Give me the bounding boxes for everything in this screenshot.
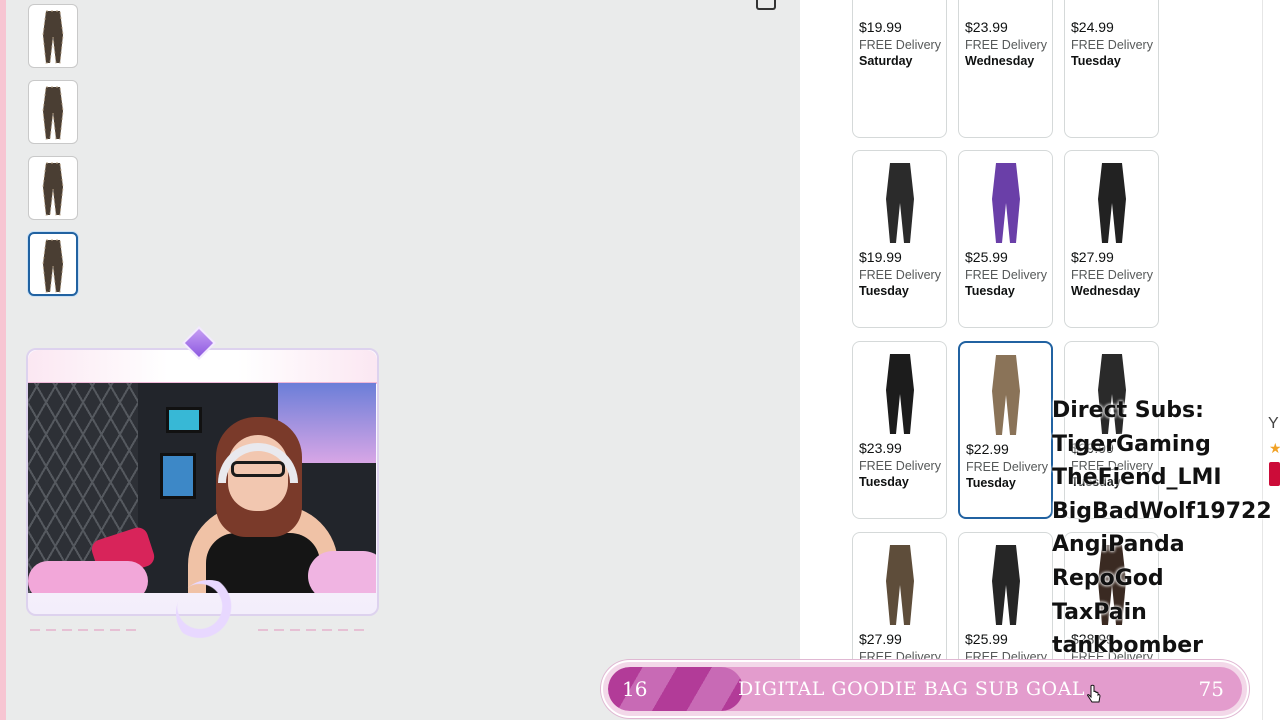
sub-name: TaxPain <box>1052 599 1147 625</box>
product-thumbnail[interactable] <box>28 4 78 68</box>
crescent-moon-icon <box>176 580 242 646</box>
product-card[interactable]: $19.99 FREE Delivery Saturday <box>852 0 947 138</box>
product-card[interactable]: $27.99 FREE Delivery Wednesday <box>1064 150 1159 328</box>
delivery-day: Wednesday <box>965 54 1035 68</box>
product-image <box>1065 151 1158 245</box>
delivery-text: FREE Delivery <box>1071 38 1153 52</box>
delivery-day: Tuesday <box>859 475 909 489</box>
sub-name: AngiPanda <box>1052 532 1185 558</box>
product-image <box>959 151 1052 245</box>
subs-heading: Direct Subs: <box>1052 398 1204 423</box>
product-price: $23.99 <box>965 19 1008 35</box>
product-card[interactable]: $23.99 FREE Delivery Tuesday <box>852 341 947 519</box>
deal-badge <box>1269 462 1280 486</box>
delivery-text: FREE Delivery <box>859 268 941 282</box>
dashed-divider <box>258 629 368 631</box>
product-price: $25.99 <box>965 631 1008 647</box>
product-card[interactable]: $25.99 FREE Delivery Tuesday <box>958 150 1053 328</box>
product-image <box>853 533 946 627</box>
cloud-decoration <box>308 551 376 593</box>
delivery-text: FREE Delivery <box>859 459 941 473</box>
monitor-screen <box>166 407 202 433</box>
goal-track: 16 DIGITAL GOODIE BAG SUB GOAL 75 <box>608 667 1242 711</box>
hand-cursor-icon <box>1087 684 1101 703</box>
sub-name: RepoGod <box>1052 565 1164 591</box>
product-price: $25.99 <box>965 249 1008 265</box>
product-price: $27.99 <box>859 631 902 647</box>
product-image <box>853 342 946 436</box>
delivery-day: Tuesday <box>1071 54 1121 68</box>
leggings-icon <box>42 162 64 216</box>
product-price: $23.99 <box>859 440 902 456</box>
webcam-video <box>28 383 376 593</box>
product-thumbnail[interactable] <box>28 156 78 220</box>
product-image <box>960 343 1051 437</box>
goal-current-count: 16 <box>622 677 648 701</box>
product-price: $22.99 <box>966 441 1009 457</box>
monitor-screen <box>160 453 196 499</box>
leggings-icon <box>42 86 64 140</box>
product-thumbnail[interactable] <box>28 232 78 296</box>
direct-subs-list: Direct Subs: TigerGaming TheFiend_LMI Bi… <box>1052 394 1280 663</box>
product-thumbnail[interactable] <box>28 80 78 144</box>
sub-name: TheFiend_LMI <box>1052 465 1222 491</box>
product-card[interactable]: $23.99 FREE Delivery Wednesday <box>958 0 1053 138</box>
sub-name: TigerGaming <box>1052 431 1211 457</box>
product-price: $19.99 <box>859 249 902 265</box>
goal-target-count: 75 <box>1198 677 1224 701</box>
star-icon: ★ <box>1269 440 1280 456</box>
product-card[interactable]: $19.99 FREE Delivery Tuesday <box>852 150 947 328</box>
window-icon[interactable] <box>756 0 776 10</box>
leggings-icon <box>42 239 64 293</box>
dashed-divider <box>30 629 140 631</box>
delivery-text: FREE Delivery <box>1071 268 1153 282</box>
goal-title: DIGITAL GOODIE BAG SUB GOAL <box>738 678 1085 700</box>
delivery-day: Saturday <box>859 54 913 68</box>
edge-letter: Y <box>1268 415 1279 432</box>
product-price: $27.99 <box>1071 249 1114 265</box>
delivery-day: Tuesday <box>965 284 1015 298</box>
delivery-day: Tuesday <box>859 284 909 298</box>
sub-goal-bar: 16 DIGITAL GOODIE BAG SUB GOAL 75 <box>601 660 1249 718</box>
product-card[interactable]: $22.99 FREE Delivery Tuesday <box>958 341 1053 519</box>
product-card[interactable]: $24.99 FREE Delivery Tuesday <box>1064 0 1159 138</box>
delivery-day: Tuesday <box>966 476 1016 490</box>
glasses <box>231 461 285 477</box>
delivery-text: FREE Delivery <box>965 38 1047 52</box>
sub-name: BigBadWolf19722 <box>1052 498 1272 524</box>
product-price: $24.99 <box>1071 19 1114 35</box>
delivery-text: FREE Delivery <box>859 38 941 52</box>
delivery-day: Wednesday <box>1071 284 1141 298</box>
product-image <box>959 533 1052 627</box>
sub-name: tankbomber <box>1052 633 1203 659</box>
product-price: $19.99 <box>859 19 902 35</box>
cloud-decoration <box>28 561 148 593</box>
delivery-text: FREE Delivery <box>965 268 1047 282</box>
leggings-icon <box>42 10 64 64</box>
product-image <box>853 151 946 245</box>
delivery-text: FREE Delivery <box>966 460 1048 474</box>
